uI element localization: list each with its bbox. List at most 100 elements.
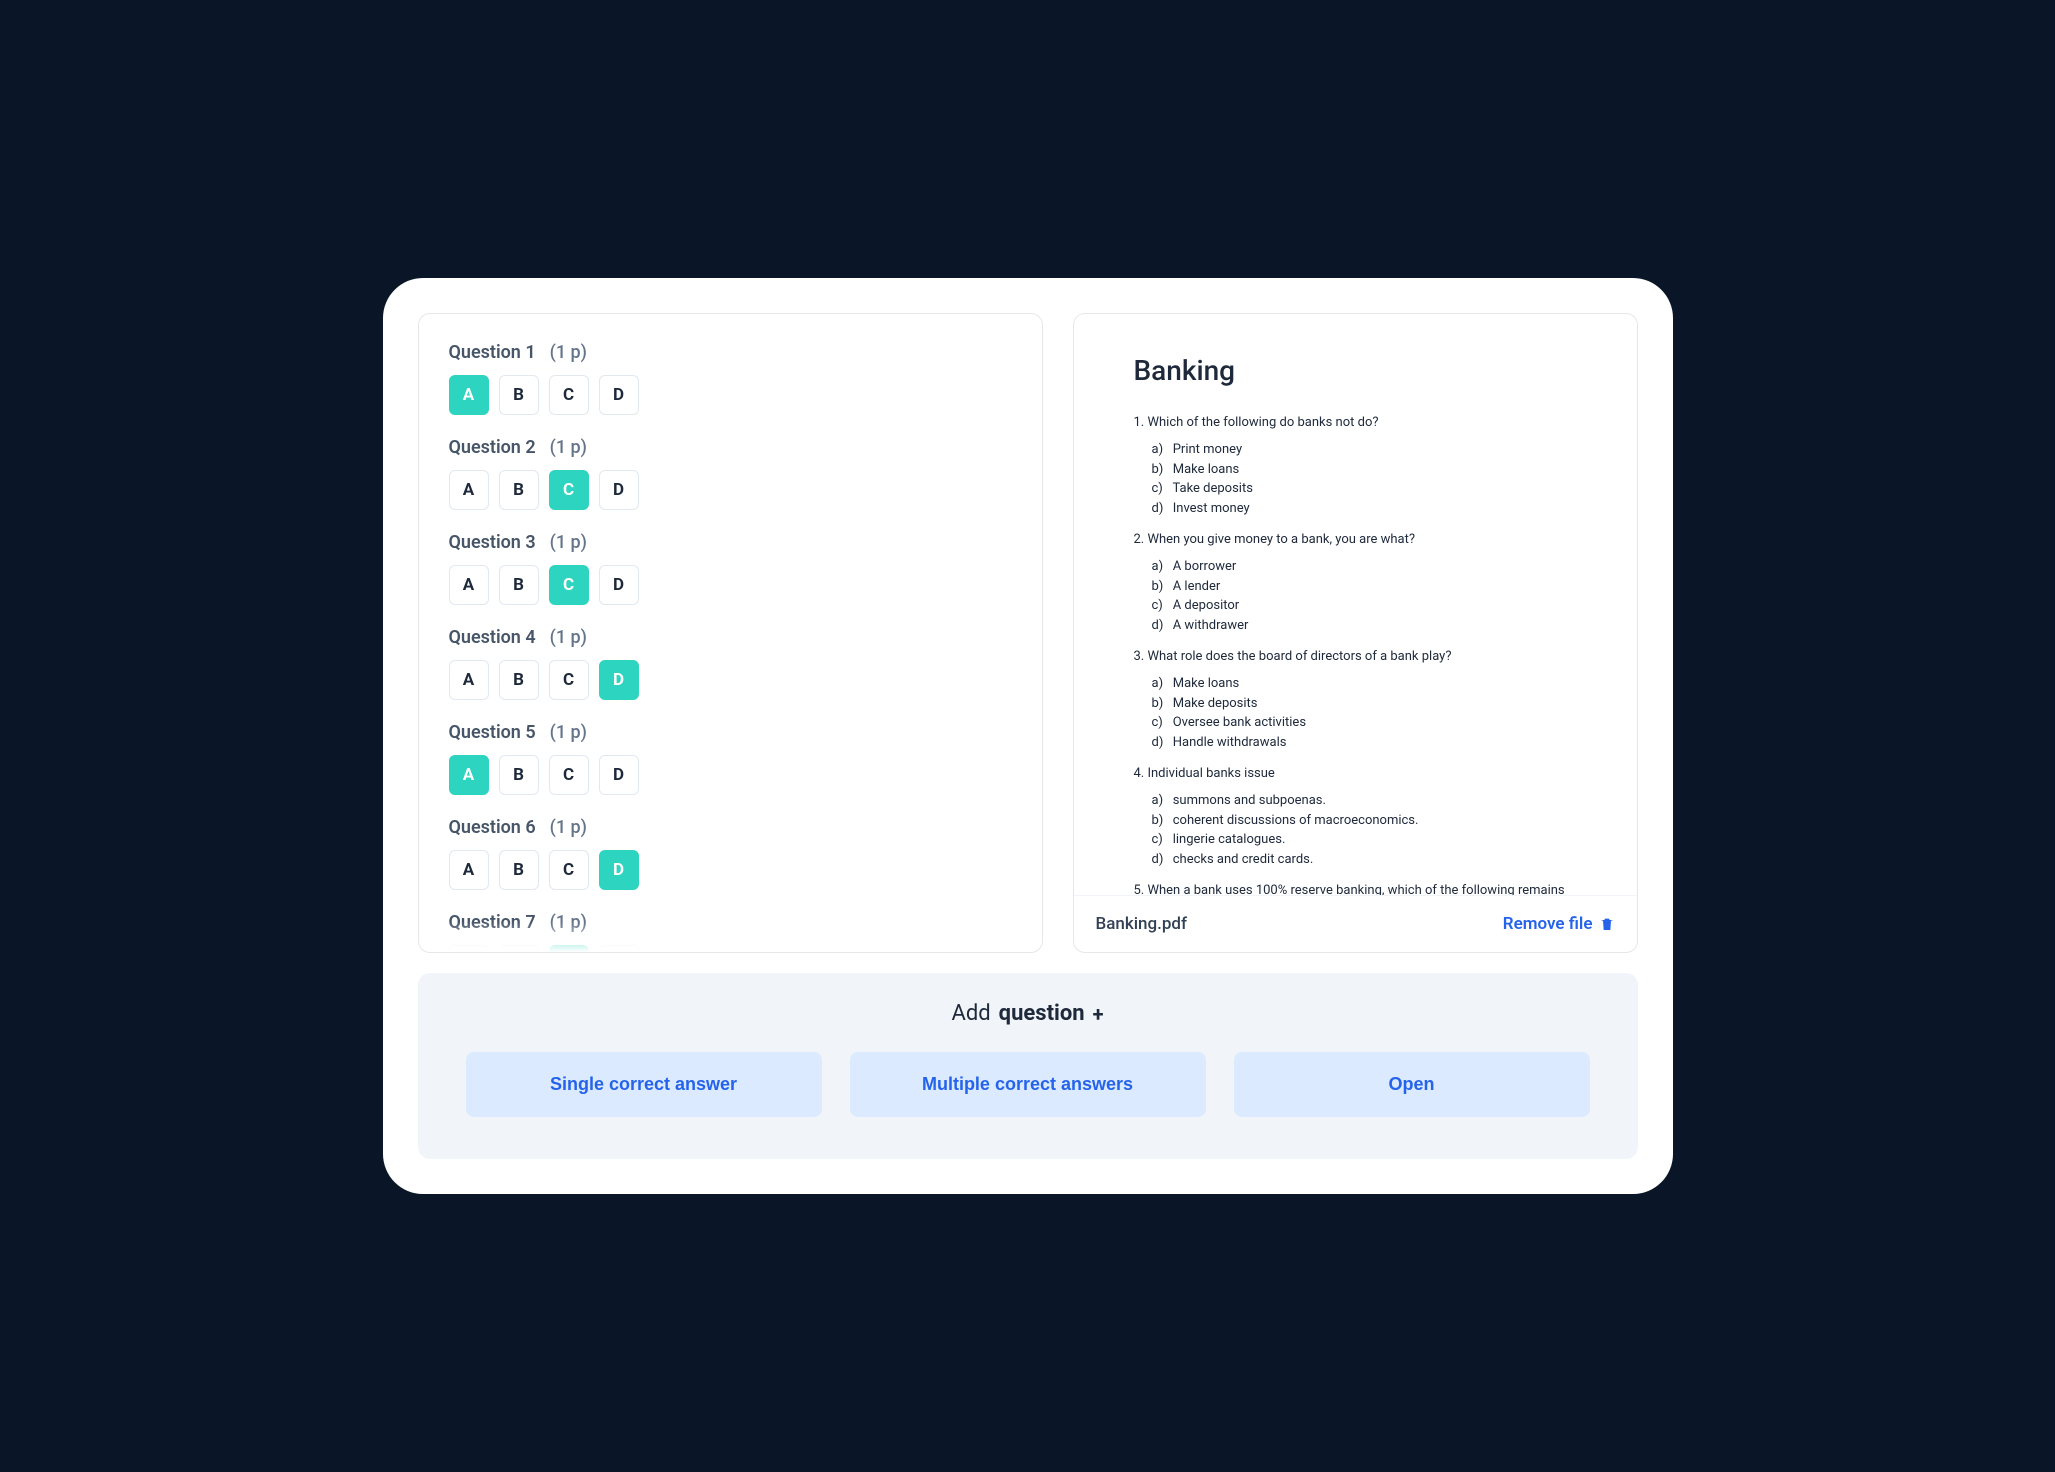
question-header: Question 3 (1 p)	[449, 532, 1012, 553]
file-name: Banking.pdf	[1096, 914, 1188, 934]
question-header: Question 6 (1 p)	[449, 817, 1012, 838]
question-points: (1 p)	[550, 437, 587, 458]
question-type-multiple-correct-answers[interactable]: Multiple correct answers	[850, 1052, 1206, 1117]
remove-file-button[interactable]: Remove file	[1503, 914, 1615, 934]
doc-options: a) summons and subpoenas.b) coherent dis…	[1152, 791, 1577, 869]
answer-option-c[interactable]: C	[549, 755, 589, 795]
answer-option-b[interactable]: B	[499, 945, 539, 952]
answer-option-c[interactable]: C	[549, 945, 589, 952]
doc-option: b) Make loans	[1152, 460, 1577, 480]
answer-option-d[interactable]: D	[599, 945, 639, 952]
doc-option: c) lingerie catalogues.	[1152, 830, 1577, 850]
question-points: (1 p)	[550, 342, 587, 363]
doc-question: 2. When you give money to a bank, you ar…	[1134, 532, 1577, 547]
doc-question: 3. What role does the board of directors…	[1134, 649, 1577, 664]
answer-option-d[interactable]: D	[599, 565, 639, 605]
question-block: Question 1 (1 p) ABCD	[449, 342, 1012, 415]
question-header: Question 1 (1 p)	[449, 342, 1012, 363]
doc-option: a) Print money	[1152, 440, 1577, 460]
plus-icon: +	[1093, 1002, 1104, 1026]
answer-option-a[interactable]: A	[449, 565, 489, 605]
question-header: Question 4 (1 p)	[449, 627, 1012, 648]
answer-option-d[interactable]: D	[599, 375, 639, 415]
question-header: Question 7(1 p)	[449, 912, 1012, 933]
add-question-panel: Add question + Single correct answer Mult…	[418, 973, 1638, 1159]
doc-option: a) A borrower	[1152, 557, 1577, 577]
add-question-header: Add question +	[466, 1001, 1590, 1026]
doc-options: a) Make loansb) Make depositsc) Oversee …	[1152, 674, 1577, 752]
questions-scroll[interactable]: Question 1(1 p)ABCDQuestion 2(1 p)ABCDQu…	[449, 342, 1012, 952]
answer-row: ABCD	[449, 375, 1012, 415]
doc-option: c) Oversee bank activities	[1152, 713, 1577, 733]
answer-option-c[interactable]: C	[549, 375, 589, 415]
doc-option: a) Make loans	[1152, 674, 1577, 694]
app-frame: Question 1(1 p)ABCDQuestion 2(1 p)ABCDQu…	[383, 278, 1673, 1194]
question-header: Question 2(1 p)	[449, 437, 1012, 458]
question-block: Question 3 (1 p) ABCD	[449, 532, 1012, 605]
answer-option-c[interactable]: C	[549, 660, 589, 700]
doc-question: 4. Individual banks issue	[1134, 766, 1577, 781]
doc-question: 1. Which of the following do banks not d…	[1134, 415, 1577, 430]
question-block: Question 6 (1 p) ABCD	[449, 817, 1012, 890]
question-type-single-correct-answer[interactable]: Single correct answer	[466, 1052, 822, 1117]
question-points: (1 p)	[550, 817, 587, 838]
doc-option: d) A withdrawer	[1152, 616, 1577, 636]
answer-option-a[interactable]: A	[449, 945, 489, 952]
answer-option-a[interactable]: A	[449, 660, 489, 700]
answer-option-a[interactable]: A	[449, 755, 489, 795]
answer-option-d[interactable]: D	[599, 755, 639, 795]
doc-options: a) Print moneyb) Make loansc) Take depos…	[1152, 440, 1577, 518]
preview-panel: Banking 1. Which of the following do ban…	[1073, 313, 1638, 953]
answer-option-c[interactable]: C	[549, 470, 589, 510]
add-question-prefix: Add	[951, 1001, 990, 1026]
doc-option: c) A depositor	[1152, 596, 1577, 616]
answer-row: A B C D	[449, 945, 1012, 952]
question-block: Question 4 (1 p) ABCD	[449, 627, 1012, 700]
doc-option: c) Take deposits	[1152, 479, 1577, 499]
doc-option: a) summons and subpoenas.	[1152, 791, 1577, 811]
question-block: Question 7(1 p) A B C D	[449, 912, 1012, 952]
doc-options: a) A borrowerb) A lenderc) A depositord)…	[1152, 557, 1577, 635]
answer-option-b[interactable]: B	[499, 755, 539, 795]
main-row: Question 1(1 p)ABCDQuestion 2(1 p)ABCDQu…	[418, 313, 1638, 953]
document-title: Banking	[1134, 354, 1577, 387]
question-type-row: Single correct answer Multiple correct an…	[466, 1052, 1590, 1117]
question-title: Question 4	[449, 627, 536, 648]
answer-option-c[interactable]: C	[549, 850, 589, 890]
question-points: (1 p)	[550, 532, 587, 553]
question-title: Question 7	[449, 912, 536, 933]
question-title: Question 3	[449, 532, 536, 553]
answer-option-c[interactable]: C	[549, 565, 589, 605]
doc-option: d) Handle withdrawals	[1152, 733, 1577, 753]
questions-panel: Question 1(1 p)ABCDQuestion 2(1 p)ABCDQu…	[418, 313, 1043, 953]
answer-option-a[interactable]: A	[449, 470, 489, 510]
answer-option-d[interactable]: D	[599, 850, 639, 890]
doc-option: d) Invest money	[1152, 499, 1577, 519]
question-points: (1 p)	[550, 627, 587, 648]
answer-option-d[interactable]: D	[599, 470, 639, 510]
question-title: Question 5	[449, 722, 536, 743]
answer-option-d[interactable]: D	[599, 660, 639, 700]
answer-option-b[interactable]: B	[499, 565, 539, 605]
doc-question: 5. When a bank uses 100% reserve banking…	[1134, 883, 1577, 895]
answer-row: ABCD	[449, 470, 1012, 510]
answer-row: ABCD	[449, 660, 1012, 700]
doc-option: d) checks and credit cards.	[1152, 850, 1577, 870]
answer-option-b[interactable]: B	[499, 470, 539, 510]
answer-option-b[interactable]: B	[499, 660, 539, 700]
doc-option: b) A lender	[1152, 577, 1577, 597]
question-block: Question 5 (1 p) ABCD	[449, 722, 1012, 795]
answer-option-a[interactable]: A	[449, 850, 489, 890]
answer-option-a[interactable]: A	[449, 375, 489, 415]
preview-content[interactable]: Banking 1. Which of the following do ban…	[1074, 314, 1637, 895]
question-type-open[interactable]: Open	[1234, 1052, 1590, 1117]
doc-option: b) coherent discussions of macroeconomic…	[1152, 811, 1577, 831]
answer-row: ABCD	[449, 755, 1012, 795]
question-title: Question 6	[449, 817, 536, 838]
answer-option-b[interactable]: B	[499, 375, 539, 415]
question-title: Question 1	[449, 342, 536, 363]
question-points: (1 p)	[550, 722, 587, 743]
question-header: Question 5 (1 p)	[449, 722, 1012, 743]
doc-option: b) Make deposits	[1152, 694, 1577, 714]
answer-option-b[interactable]: B	[499, 850, 539, 890]
